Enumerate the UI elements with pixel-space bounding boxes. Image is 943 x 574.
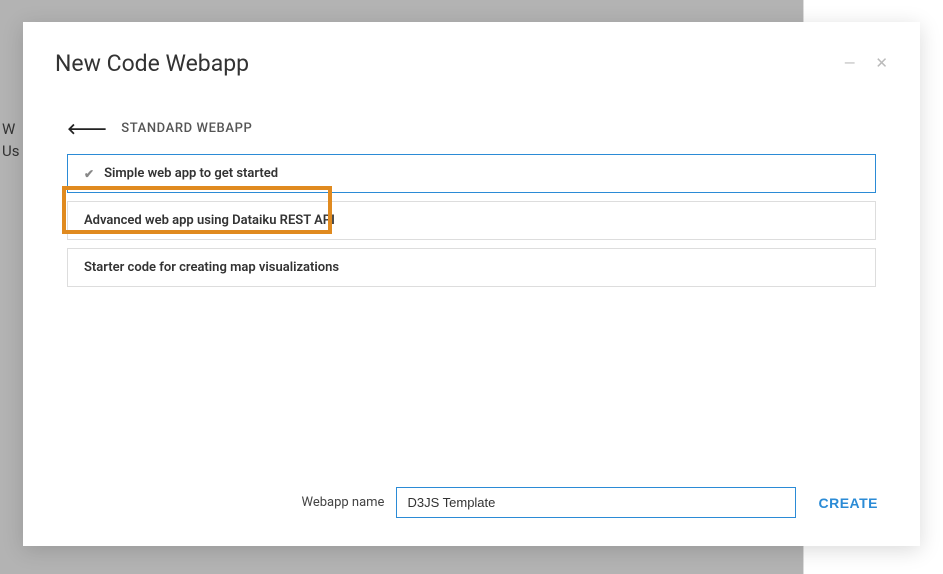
webapp-name-label: Webapp name: [301, 495, 384, 510]
check-icon: ✔: [84, 167, 94, 181]
option-advanced-rest-api[interactable]: Advanced web app using Dataiku REST API: [67, 201, 876, 240]
back-arrow-icon[interactable]: 🡐: [67, 119, 107, 138]
option-simple-webapp[interactable]: ✔ Simple web app to get started: [67, 154, 876, 193]
template-options: ✔ Simple web app to get started Advanced…: [23, 154, 920, 295]
minimize-icon[interactable]: —: [844, 56, 856, 71]
webapp-name-input[interactable]: [396, 487, 796, 518]
modal-footer: Webapp name CREATE: [23, 469, 920, 546]
background-text: W Us: [0, 118, 19, 162]
close-icon[interactable]: ✕: [875, 56, 888, 71]
option-label: Simple web app to get started: [104, 166, 278, 181]
create-button[interactable]: CREATE: [808, 489, 888, 517]
new-code-webapp-modal: New Code Webapp — ✕ 🡐 STANDARD WEBAPP ✔ …: [23, 22, 920, 546]
option-label: Advanced web app using Dataiku REST API: [84, 213, 335, 228]
option-label: Starter code for creating map visualizat…: [84, 260, 339, 275]
modal-title: New Code Webapp: [55, 50, 249, 77]
modal-header: New Code Webapp — ✕: [23, 22, 920, 89]
breadcrumb: 🡐 STANDARD WEBAPP: [23, 89, 920, 154]
breadcrumb-label: STANDARD WEBAPP: [121, 121, 252, 136]
window-controls: — ✕: [844, 56, 888, 71]
option-map-visualizations[interactable]: Starter code for creating map visualizat…: [67, 248, 876, 287]
